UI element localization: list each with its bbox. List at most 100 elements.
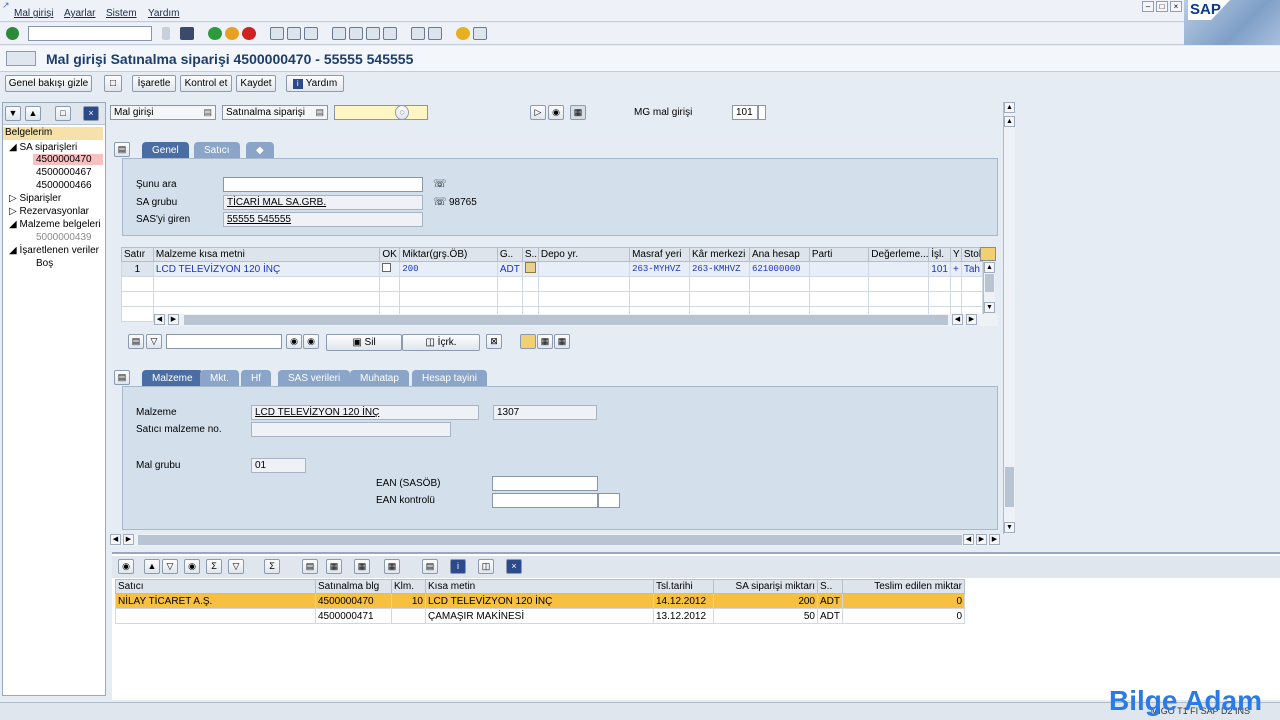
collapse-detail-icon[interactable]: ▤	[114, 370, 130, 385]
copy-button[interactable]: ◫ İçrk.	[402, 334, 480, 351]
mark-button[interactable]: İşaretle	[132, 75, 176, 92]
tab-hesap-tayini[interactable]: Hesap tayini	[412, 370, 488, 387]
ean-field[interactable]	[492, 476, 598, 491]
scroll-right-icon[interactable]: ▶	[168, 314, 179, 325]
tree-material-doc[interactable]: 5000000439	[36, 232, 92, 243]
sort-asc-icon[interactable]: ▲	[144, 559, 160, 574]
tab-sas-verileri[interactable]: SAS verileri	[278, 370, 351, 387]
save-icon[interactable]	[180, 27, 194, 40]
table-row[interactable]	[121, 291, 984, 307]
worklist-col-header[interactable]: Teslim edilen miktar	[842, 579, 965, 594]
details-icon[interactable]: ▦	[554, 334, 570, 349]
prev-page-icon[interactable]	[349, 27, 363, 40]
delete-icon[interactable]: □	[55, 106, 71, 121]
tab-mkt[interactable]: Mkt.	[200, 370, 239, 387]
table-cell[interactable]: 4500000471	[315, 608, 392, 624]
table-cell[interactable]: 0	[842, 593, 965, 609]
scroll-right-icon[interactable]: ▶	[976, 534, 987, 545]
table-cell[interactable]: LCD TELEVİZYON 120 İNÇ	[152, 261, 381, 277]
items-col-header[interactable]: Parti	[808, 247, 870, 262]
title-menu-icon[interactable]	[6, 51, 36, 66]
worklist-col-header[interactable]: S..	[817, 579, 843, 594]
tree-order-item[interactable]: 4500000467	[36, 167, 92, 178]
export-icon[interactable]: ▦	[354, 559, 370, 574]
scroll-left-icon[interactable]: ◀	[110, 534, 121, 545]
table-row[interactable]: NİLAY TİCARET A.Ş. 4500000470 10 LCD TELEVİ…	[115, 593, 965, 609]
tree-root[interactable]: Belgelerim	[3, 127, 103, 140]
last-page-icon[interactable]	[383, 27, 397, 40]
scroll-down-icon[interactable]: ▼	[1004, 522, 1015, 533]
deselect-icon[interactable]: ⊠	[486, 334, 502, 349]
expand-icon[interactable]: ▼	[5, 106, 21, 121]
table-cell[interactable]: ADT	[817, 593, 843, 609]
next-page-icon[interactable]	[366, 27, 380, 40]
scroll-thumb[interactable]	[138, 535, 962, 545]
history-icon[interactable]	[162, 27, 170, 40]
items-col-header[interactable]: Y	[949, 247, 962, 262]
table-cell[interactable]: ADT	[496, 261, 523, 277]
minimize-icon[interactable]: –	[1142, 1, 1154, 12]
scroll-up-icon[interactable]: ▲	[1004, 102, 1015, 113]
table-cell[interactable]: Tah	[960, 261, 984, 277]
items-col-header[interactable]: Miktar(grş.ÖB)	[399, 247, 498, 262]
cancel-icon[interactable]	[242, 27, 256, 40]
worklist-col-header[interactable]: SA siparişi miktarı	[713, 579, 818, 594]
table-cell[interactable]: 14.12.2012	[653, 593, 714, 609]
tree-order-item[interactable]: 4500000470	[33, 154, 103, 165]
table-cell[interactable]: 263-MYHVZ	[629, 261, 690, 277]
items-col-header[interactable]: Malzeme kısa metni	[152, 247, 381, 262]
tree-sa-orders[interactable]: ◢ SA siparişleri	[9, 142, 77, 153]
tab-genel[interactable]: Genel	[142, 142, 189, 159]
mal-grubu-field[interactable]: 01	[251, 458, 306, 473]
table-cell[interactable]: 263-KMHVZ	[688, 261, 750, 277]
table-cell[interactable]: 10	[391, 593, 426, 609]
action-select[interactable]: Mal girişi	[110, 105, 216, 120]
items-vscroll[interactable]: ▲ ▼	[983, 262, 995, 314]
items-col-header[interactable]: Masraf yeri	[629, 247, 690, 262]
reference-doc-select[interactable]: Satınalma siparişi	[222, 105, 328, 120]
table-cell[interactable]: 101	[928, 261, 951, 277]
layout-icon[interactable]: ▦	[384, 559, 400, 574]
table-cell[interactable]: LCD TELEVİZYON 120 İNÇ	[425, 593, 654, 609]
table-cell[interactable]: 4500000470	[315, 593, 392, 609]
tree-malzeme-belgeleri[interactable]: ◢ Malzeme belgeleri	[9, 219, 101, 230]
po-number-field[interactable]	[334, 105, 428, 120]
filter-icon[interactable]: ▽	[162, 559, 178, 574]
print-icon[interactable]: ▤	[128, 334, 144, 349]
scroll-right-icon[interactable]: ▶	[989, 534, 1000, 545]
stock-type-icon[interactable]	[524, 262, 536, 273]
table-cell[interactable]: 13.12.2012	[653, 608, 714, 624]
menu-mal-girisi[interactable]: Mal girişi	[14, 8, 53, 19]
check-button[interactable]: Kontrol et	[180, 75, 232, 92]
scroll-thumb[interactable]	[1005, 467, 1014, 507]
first-page-icon[interactable]	[332, 27, 346, 40]
items-hscroll[interactable]: ◀ ▶ ◀ ▶	[154, 314, 998, 326]
find-icon[interactable]: ◉	[184, 559, 200, 574]
find-next-icon[interactable]: ◉	[303, 334, 319, 349]
phone-icon[interactable]: ☏	[433, 177, 447, 190]
items-col-header[interactable]: Satır	[121, 247, 154, 262]
print-icon[interactable]	[270, 27, 284, 40]
print-icon[interactable]: ▤	[302, 559, 318, 574]
shortcut-icon[interactable]	[428, 27, 442, 40]
find-icon[interactable]: ◉	[286, 334, 302, 349]
table-cell[interactable]: 200	[399, 261, 498, 277]
filter-icon[interactable]: ▽	[146, 334, 162, 349]
tab-satici[interactable]: Satıcı	[194, 142, 240, 159]
tree-siparisler[interactable]: ▷ Siparişler	[9, 193, 61, 204]
table-cell[interactable]	[115, 608, 316, 624]
tab-malzeme[interactable]: Malzeme	[142, 370, 203, 387]
item-search-field[interactable]	[166, 334, 282, 349]
sum-icon[interactable]: Σ	[206, 559, 222, 574]
items-col-header[interactable]: Değerleme...	[868, 247, 930, 262]
ok-checkbox[interactable]	[382, 263, 392, 272]
movement-type-field[interactable]: 101	[732, 105, 758, 120]
malzeme-field[interactable]: LCD TELEVİZYON 120 İNÇ	[251, 405, 479, 420]
help-button[interactable]: i Yardım	[286, 75, 344, 92]
movement-type-extra-field[interactable]	[758, 105, 766, 120]
search-help-icon[interactable]: ◌	[395, 105, 409, 120]
binoculars-icon[interactable]: ◉	[548, 105, 564, 120]
back-icon[interactable]	[208, 27, 222, 40]
worklist-col-header[interactable]: Kısa metin	[425, 579, 654, 594]
ean-control-extra-field[interactable]	[598, 493, 620, 508]
